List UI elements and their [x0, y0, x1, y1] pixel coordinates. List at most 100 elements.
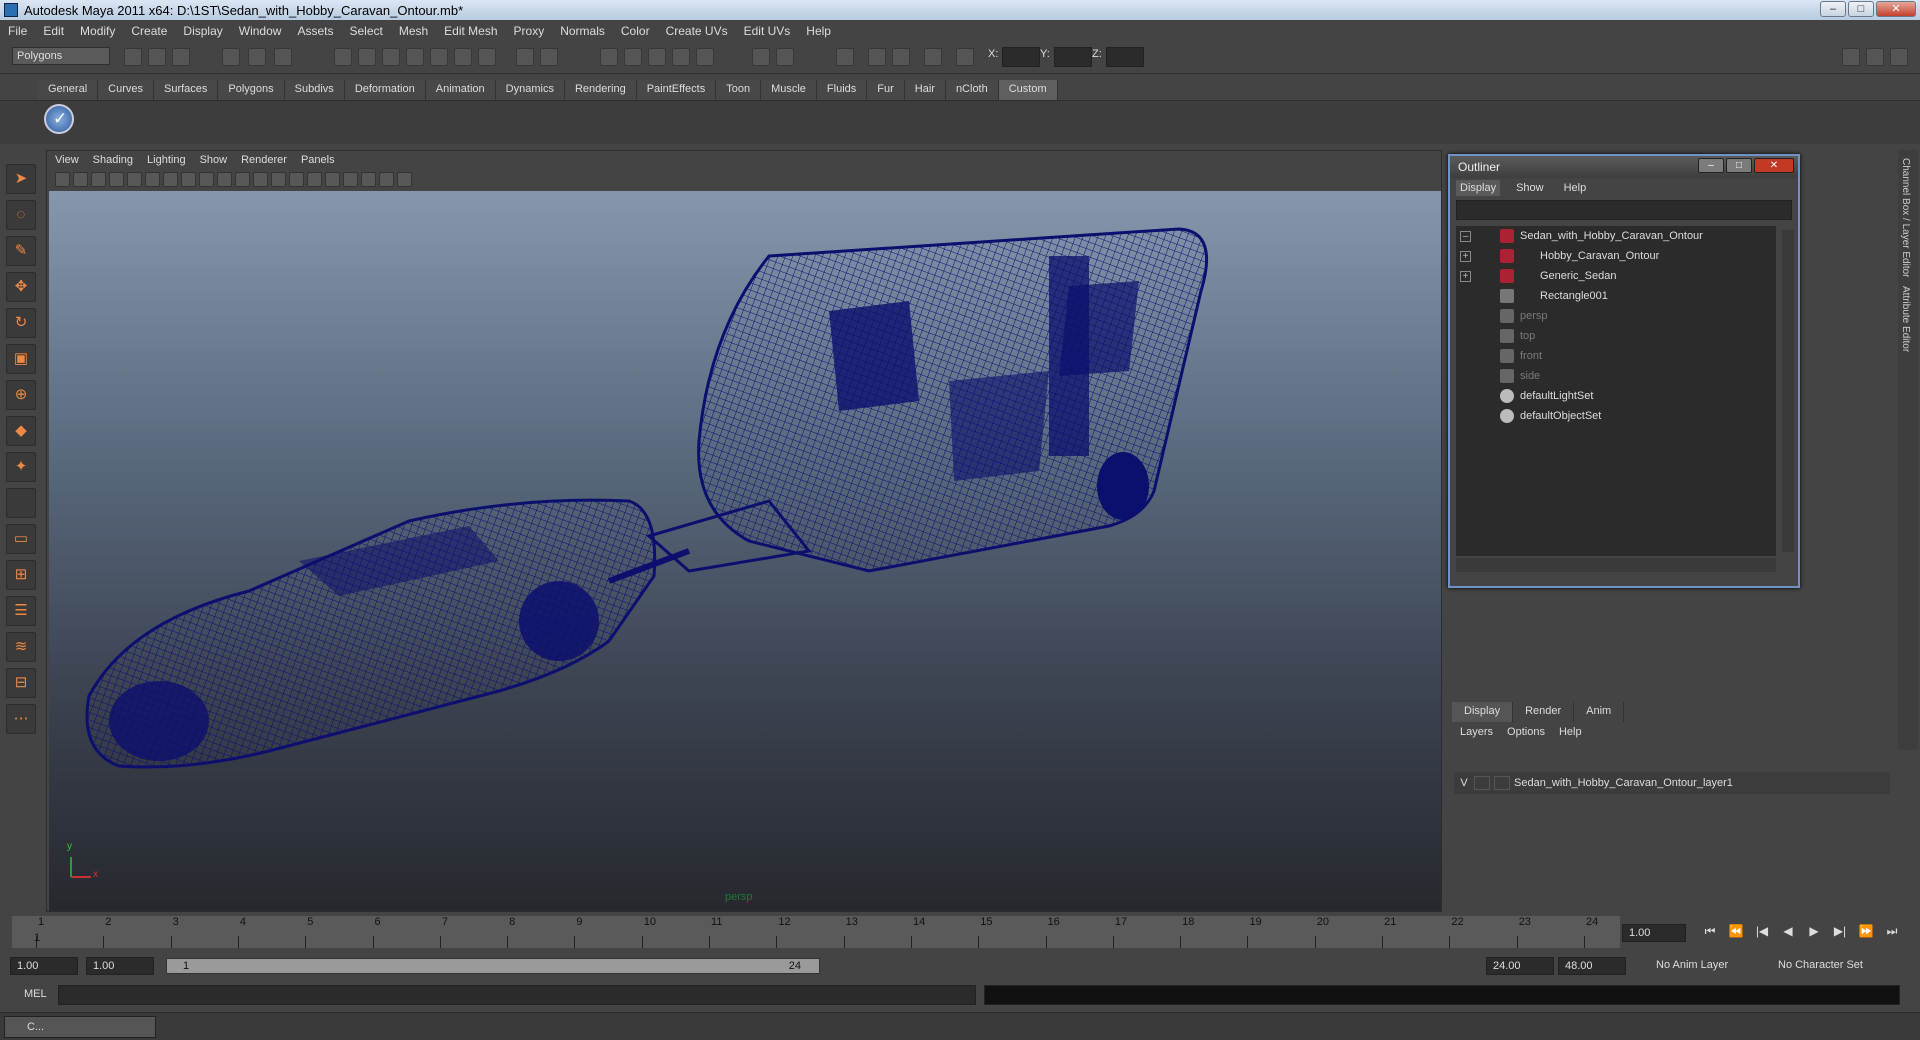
maximize-button[interactable]: □ — [1848, 1, 1874, 17]
textured-icon[interactable] — [307, 171, 322, 187]
tab-fur[interactable]: Fur — [867, 80, 905, 100]
playback-start-field[interactable]: 1.00 — [86, 957, 154, 975]
menu-select[interactable]: Select — [349, 24, 382, 38]
show-manip-icon[interactable]: ✦ — [6, 452, 36, 482]
menu-window[interactable]: Window — [239, 24, 282, 38]
outliner-item[interactable]: defaultObjectSet — [1456, 406, 1776, 426]
xray-icon[interactable] — [361, 171, 376, 187]
menu-create-uvs[interactable]: Create UVs — [666, 24, 728, 38]
tab-general[interactable]: General — [38, 80, 99, 100]
four-pane-layout-icon[interactable]: ⊞ — [6, 560, 36, 590]
script-layout-icon[interactable]: ⋯ — [6, 704, 36, 734]
menu-proxy[interactable]: Proxy — [514, 24, 545, 38]
film-gate-icon[interactable] — [145, 171, 160, 187]
channel-box-tab[interactable]: Channel Box / Layer Editor — [1900, 158, 1911, 278]
select-camera-icon[interactable] — [55, 171, 70, 187]
step-back-key-icon[interactable]: ⏪ — [1726, 924, 1746, 942]
isolate-select-icon[interactable] — [379, 171, 394, 187]
tab-toon[interactable]: Toon — [716, 80, 762, 100]
menu-assets[interactable]: Assets — [297, 24, 333, 38]
layer-menu-layers[interactable]: Layers — [1460, 726, 1493, 738]
start-time-field[interactable]: 1.00 — [10, 957, 78, 975]
go-to-start-icon[interactable]: ⏮ — [1700, 924, 1720, 942]
paint-select-icon[interactable]: ✎ — [6, 236, 36, 266]
time-slider[interactable]: 1 2 3 4 5 6 7 8 9 10 11 12 13 14 15 16 17 18 19 20 21 22 23 24 … — [12, 916, 1620, 948]
snap-view-icon[interactable] — [406, 48, 424, 66]
image-plane-icon[interactable] — [109, 171, 124, 187]
texture-icon[interactable] — [892, 48, 910, 66]
outliner-close-button[interactable]: ✕ — [1754, 158, 1794, 173]
tab-fluids[interactable]: Fluids — [816, 80, 868, 100]
camera-icon[interactable] — [836, 48, 854, 66]
input-ops-icon[interactable] — [540, 48, 558, 66]
step-forward-key-icon[interactable]: ⏩ — [1856, 924, 1876, 942]
tab-rendering[interactable]: Rendering — [564, 80, 637, 100]
grid-icon[interactable] — [127, 171, 142, 187]
tab-polygons[interactable]: Polygons — [218, 80, 285, 100]
outliner-layout-icon[interactable]: ☰ — [6, 596, 36, 626]
hypershade-icon[interactable] — [672, 48, 690, 66]
shadows-icon[interactable] — [343, 171, 358, 187]
menu-set-dropdown[interactable]: Polygons — [12, 47, 110, 65]
minimize-button[interactable]: – — [1820, 1, 1846, 17]
outliner-menu-help[interactable]: Help — [1560, 180, 1591, 196]
expand-toggle[interactable]: + — [1460, 251, 1471, 262]
tab-animation[interactable]: Animation — [425, 80, 496, 100]
menu-edit[interactable]: Edit — [43, 24, 64, 38]
save-scene-icon[interactable] — [172, 48, 190, 66]
transform-mode-icon[interactable] — [956, 48, 974, 66]
outliner-horizontal-scrollbar[interactable] — [1456, 558, 1776, 572]
tab-dynamics[interactable]: Dynamics — [495, 80, 565, 100]
layer-color-swatch[interactable] — [1494, 776, 1510, 790]
play-forwards-icon[interactable]: ▶ — [1804, 924, 1824, 942]
resolution-gate-icon[interactable] — [163, 171, 178, 187]
render-view-icon[interactable] — [696, 48, 714, 66]
command-input[interactable] — [58, 985, 976, 1005]
play-backwards-icon[interactable]: ◀ — [1778, 924, 1798, 942]
menu-help[interactable]: Help — [806, 24, 831, 38]
snap-curve-icon[interactable] — [358, 48, 376, 66]
panel-menu-lighting[interactable]: Lighting — [147, 154, 186, 166]
viewport[interactable]: y x persp — [49, 191, 1441, 911]
grid-toggle-icon[interactable] — [924, 48, 942, 66]
ipr-render-icon[interactable] — [624, 48, 642, 66]
menu-modify[interactable]: Modify — [80, 24, 115, 38]
range-slider[interactable]: 1 24 — [166, 958, 820, 974]
outliner-item[interactable]: defaultLightSet — [1456, 386, 1776, 406]
wireframe-on-shaded-icon[interactable] — [289, 171, 304, 187]
outliner-item[interactable]: top — [1456, 326, 1776, 346]
light-icon[interactable] — [868, 48, 886, 66]
render-settings-icon[interactable] — [648, 48, 666, 66]
outliner-menu-show[interactable]: Show — [1512, 180, 1548, 196]
outliner-item[interactable]: + Hobby_Caravan_Ontour — [1456, 246, 1776, 266]
bookmark-icon[interactable] — [91, 171, 106, 187]
show-channel-box-icon[interactable] — [1890, 48, 1908, 66]
display-panel-icon[interactable] — [776, 48, 794, 66]
tab-hair[interactable]: Hair — [904, 80, 946, 100]
construction-history-icon[interactable] — [516, 48, 534, 66]
close-button[interactable]: ✕ — [1876, 1, 1916, 17]
attribute-editor-tab[interactable]: Attribute Editor — [1900, 286, 1911, 352]
move-tool-icon[interactable]: ✥ — [6, 272, 36, 302]
layer-type-toggle[interactable] — [1474, 776, 1490, 790]
menu-normals[interactable]: Normals — [560, 24, 605, 38]
outliner-item[interactable]: persp — [1456, 306, 1776, 326]
outliner-item[interactable]: + Generic_Sedan — [1456, 266, 1776, 286]
camera-attributes-icon[interactable] — [73, 171, 88, 187]
safe-action-icon[interactable] — [217, 171, 232, 187]
menu-mesh[interactable]: Mesh — [399, 24, 428, 38]
outliner-item[interactable]: side — [1456, 366, 1776, 386]
outliner-vertical-scrollbar[interactable] — [1782, 230, 1794, 552]
layer-row[interactable]: V Sedan_with_Hobby_Caravan_Ontour_layer1 — [1454, 772, 1890, 794]
select-hierarchy-icon[interactable] — [222, 48, 240, 66]
custom-shelf-check-icon[interactable] — [44, 104, 74, 134]
layer-menu-options[interactable]: Options — [1507, 726, 1545, 738]
gate-mask-icon[interactable] — [181, 171, 196, 187]
tab-anim[interactable]: Anim — [1574, 702, 1625, 722]
y-field[interactable] — [1054, 47, 1092, 67]
menu-edit-uvs[interactable]: Edit UVs — [744, 24, 791, 38]
tab-subdivs[interactable]: Subdivs — [284, 80, 345, 100]
character-set-dropdown[interactable]: No Character Set — [1772, 957, 1890, 975]
snap-grid-icon[interactable] — [334, 48, 352, 66]
outliner-menu-display[interactable]: Display — [1456, 180, 1501, 196]
